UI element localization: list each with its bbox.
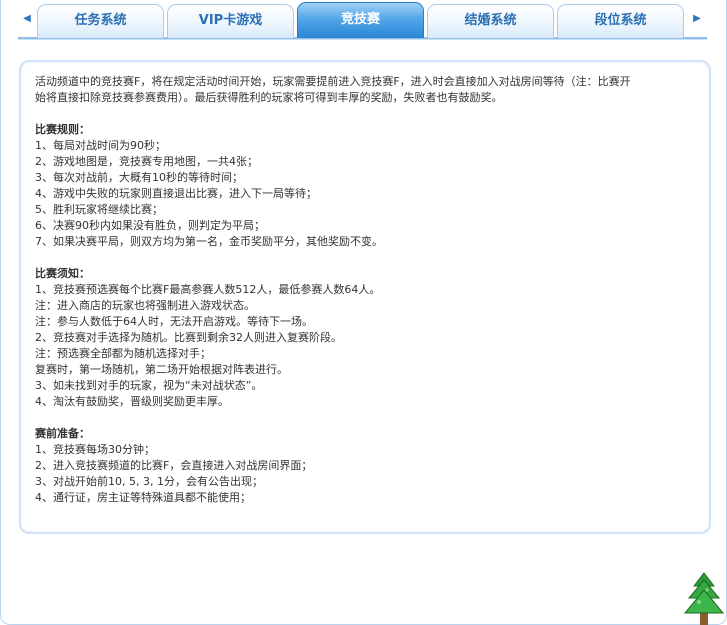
content-text: 活动频道中的竞技赛F，将在规定活动时间开始，玩家需要提前进入竞技赛F，进入时会直… <box>35 74 699 506</box>
prep-item: 4、通行证，房主证等特殊道具都不能使用； <box>35 491 251 504</box>
rules-title: 比赛规则： <box>35 123 90 136</box>
intro-line-2: 始将直接扣除竞技赛参赛费用）。最后获得胜利的玩家将可得到丰厚的奖励，失败者也有鼓… <box>35 91 503 104</box>
rule-item: 7、如果决赛平局，则双方均为第一名，金币奖励平分，其他奖励不变。 <box>35 235 383 248</box>
notice-title: 比赛须知： <box>35 267 90 280</box>
tree-bottom <box>683 589 725 614</box>
notice-item: 4、淘汰有鼓励奖，晋级则奖励更丰厚。 <box>35 395 229 408</box>
content-panel: 活动频道中的竞技赛F，将在规定活动时间开始，玩家需要提前进入竞技赛F，进入时会直… <box>19 60 711 534</box>
prep-item: 3、对战开始前10, 5, 3, 1分，会有公告出现； <box>35 475 263 488</box>
tree-trunk <box>700 612 708 625</box>
notice-item: 1、竞技赛预选赛每个比赛F最高参赛人数512人，最低参赛人数64人。 <box>35 283 381 296</box>
notice-item: 复赛时，第一场随机，第二场开始根据对阵表进行。 <box>35 363 288 376</box>
rule-item: 1、每局对战时间为90秒； <box>35 139 166 152</box>
notice-item: 注：参与人数低于64人时，无法开启游戏。等待下一场。 <box>35 315 313 328</box>
notice-item: 2、竞技赛对手选择为随机。比赛到剩余32人则进入复赛阶段。 <box>35 331 342 344</box>
rule-item: 6、决赛90秒内如果没有胜负，则判定为平局； <box>35 219 265 232</box>
prep-item: 2、进入竞技赛频道的比赛F，会直接进入对战房间界面； <box>35 459 313 472</box>
tab-task-system[interactable]: 任务系统 <box>37 4 164 38</box>
rule-item: 5、胜利玩家将继续比赛； <box>35 203 163 216</box>
prep-title: 赛前准备： <box>35 427 90 440</box>
prep-item: 1、竞技赛每场30分钟； <box>35 443 155 456</box>
tab-marriage-system[interactable]: 结婚系统 <box>427 4 554 38</box>
tree-highlight <box>705 588 709 592</box>
rule-item: 4、游戏中失败的玩家则直接退出比赛，进入下一局等待； <box>35 187 317 200</box>
notice-item: 3、如未找到对手的玩家，视为“未对战状态”。 <box>35 379 263 392</box>
tabs-prev-arrow-icon[interactable]: ◀ <box>18 6 36 32</box>
tree-icon <box>683 572 725 625</box>
notice-item: 注：预选赛全部都为随机选择对手； <box>35 347 211 360</box>
tabs-next-arrow-icon[interactable]: ▶ <box>688 6 706 32</box>
rule-item: 3、每次对战前，大概有10秒的等待时间； <box>35 171 243 184</box>
tree-highlight <box>697 600 701 604</box>
tab-vip-card-game[interactable]: VIP卡游戏 <box>167 4 294 38</box>
notice-item: 注：进入商店的玩家也将强制进入游戏状态。 <box>35 299 255 312</box>
tab-rank-system[interactable]: 段位系统 <box>557 4 684 38</box>
tab-competition[interactable]: 竞技赛 <box>297 2 424 38</box>
rule-item: 2、游戏地图是，竞技赛专用地图，一共4张； <box>35 155 258 168</box>
intro-line-1: 活动频道中的竞技赛F，将在规定活动时间开始，玩家需要提前进入竞技赛F，进入时会直… <box>35 75 631 88</box>
